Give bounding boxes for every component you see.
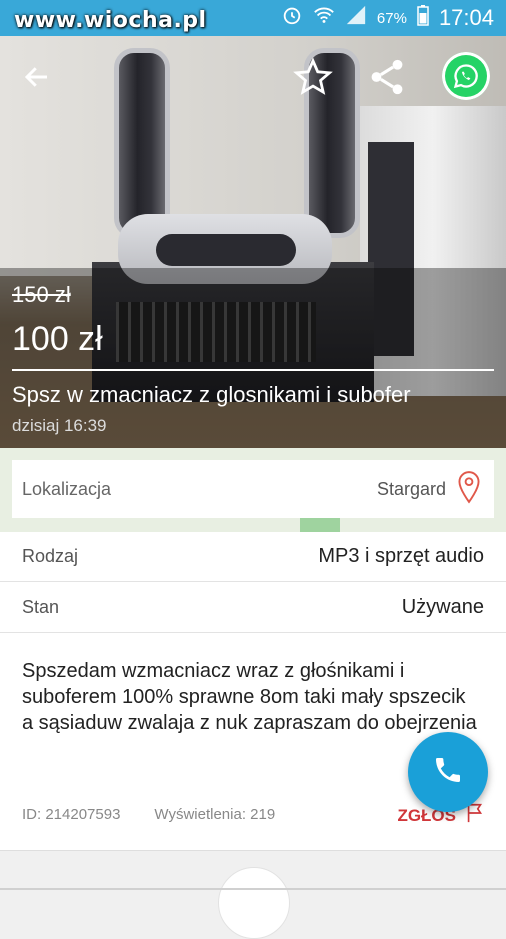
attribute-row: Stan Używane (0, 583, 506, 633)
location-card[interactable]: Lokalizacja Stargard (12, 460, 494, 518)
battery-percent: 67% (376, 9, 407, 27)
favorite-button[interactable] (292, 56, 334, 103)
map-pin-icon (456, 470, 482, 509)
status-bar: www.wiocha.pl 67% 17:04 (0, 0, 506, 36)
description: Spszedam wzmacniacz wraz z głośnikami i … (22, 660, 477, 734)
location-value: Stargard (376, 478, 446, 499)
bottom-circle-button[interactable] (218, 867, 290, 939)
attribute-row: Rodzaj MP3 i sprzęt audio (0, 532, 506, 582)
arrow-left-icon (22, 67, 52, 96)
attribute-value: Używane (401, 596, 484, 618)
bottom-panel (0, 850, 506, 939)
location-label: Lokalizacja (22, 478, 112, 499)
whatsapp-icon (452, 62, 480, 95)
share-icon (366, 59, 408, 102)
back-button[interactable] (22, 62, 52, 97)
listing-date: dzisiaj 16:39 (12, 416, 107, 435)
photo-speaker-left (114, 48, 170, 238)
old-price: 150 zł (12, 282, 71, 307)
price: 100 zł (12, 320, 103, 358)
attribute-value: MP3 i sprzęt audio (318, 545, 484, 567)
wifi-icon (313, 4, 335, 32)
phone-icon (432, 754, 464, 791)
listing-title: Spsz w zmacniacz z glosnikami i subofer (12, 382, 411, 407)
share-button[interactable] (366, 56, 408, 103)
listing-meta: ID: 214207593 Wyświetlenia: 219 (22, 806, 275, 823)
bottom-divider (0, 888, 506, 890)
listing-photo[interactable]: 150 zł 100 zł Spsz w zmacniacz z glosnik… (0, 36, 506, 448)
price-divider (12, 369, 494, 371)
listing-id: ID: 214207593 (22, 806, 121, 823)
call-button[interactable] (408, 732, 488, 812)
signal-icon (345, 4, 367, 32)
star-outline-icon (292, 57, 334, 102)
attribute-key: Stan (22, 597, 60, 617)
watermark: www.wiocha.pl (14, 8, 207, 33)
clock: 17:04 (438, 5, 494, 30)
status-icons: 67% 17:04 (281, 5, 494, 31)
battery-icon (417, 4, 429, 32)
alarm-icon (281, 4, 303, 32)
attribute-key: Rodzaj (22, 546, 79, 566)
view-count: Wyświetlenia: 219 (154, 806, 276, 823)
whatsapp-button[interactable] (442, 52, 490, 100)
